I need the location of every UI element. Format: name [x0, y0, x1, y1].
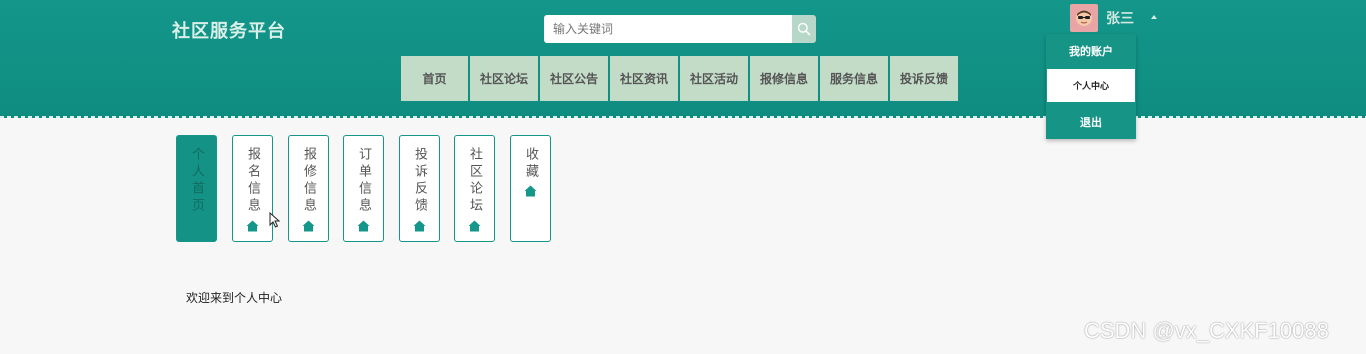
home-icon [302, 220, 315, 232]
nav-item-repair[interactable]: 报修信息 [750, 56, 818, 101]
dropdown-personal-center[interactable]: 个人中心 [1047, 69, 1135, 102]
nav-item-forum[interactable]: 社区论坛 [470, 56, 538, 101]
sidebar-item-signup[interactable]: 报名信息 [232, 135, 273, 242]
home-icon [357, 220, 370, 232]
home-icon [246, 220, 259, 232]
search-button[interactable] [792, 15, 816, 43]
sidebar-item-label: 投诉反馈 [412, 147, 427, 215]
sidebar-item-label: 报修信息 [301, 147, 316, 215]
nav-item-service[interactable]: 服务信息 [820, 56, 888, 101]
home-icon [413, 220, 426, 232]
sidebar-item-label: 社区论坛 [467, 147, 482, 215]
sidebar-item-complaint[interactable]: 投诉反馈 [399, 135, 440, 242]
watermark: CSDN @vx_CXKF10088 [1084, 318, 1329, 343]
account-dropdown: 我的账户 个人中心 退出 [1046, 34, 1136, 139]
search-box [544, 15, 816, 43]
sidebar-item-label: 个人首页 [189, 147, 204, 215]
sidebar-item-home[interactable]: 个人首页 [176, 135, 217, 242]
sidebar-item-orders[interactable]: 订单信息 [343, 135, 384, 242]
mouse-cursor-icon [269, 212, 281, 228]
sidebar-item-label: 订单信息 [356, 147, 371, 215]
nav-item-complaint[interactable]: 投诉反馈 [890, 56, 958, 101]
nav-item-notice[interactable]: 社区公告 [540, 56, 608, 101]
main-nav: 首页 社区论坛 社区公告 社区资讯 社区活动 报修信息 服务信息 投诉反馈 [401, 56, 960, 101]
dropdown-title: 我的账户 [1069, 45, 1113, 58]
sidebar-item-favorites[interactable]: 收藏 [510, 135, 551, 242]
sidebar-item-repair[interactable]: 报修信息 [288, 135, 329, 242]
dropdown-logout[interactable]: 退出 [1046, 105, 1136, 139]
search-input[interactable] [544, 15, 792, 43]
nav-item-home[interactable]: 首页 [401, 56, 468, 101]
avatar-icon [1076, 10, 1092, 26]
search-icon [797, 22, 811, 36]
username[interactable]: 张三 [1106, 8, 1134, 28]
header-divider [0, 116, 1366, 119]
home-icon [524, 185, 537, 197]
avatar[interactable] [1070, 4, 1098, 32]
sidebar-item-forum[interactable]: 社区论坛 [454, 135, 495, 242]
home-icon [468, 220, 481, 232]
sidebar-item-label: 收藏 [523, 147, 538, 181]
brand-title[interactable]: 社区服务平台 [172, 17, 286, 43]
nav-item-news[interactable]: 社区资讯 [610, 56, 678, 101]
welcome-text: 欢迎来到个人中心 [186, 291, 283, 305]
caret-up-icon[interactable] [1151, 15, 1157, 19]
nav-item-activity[interactable]: 社区活动 [680, 56, 748, 101]
sidebar-item-label: 报名信息 [245, 147, 260, 215]
